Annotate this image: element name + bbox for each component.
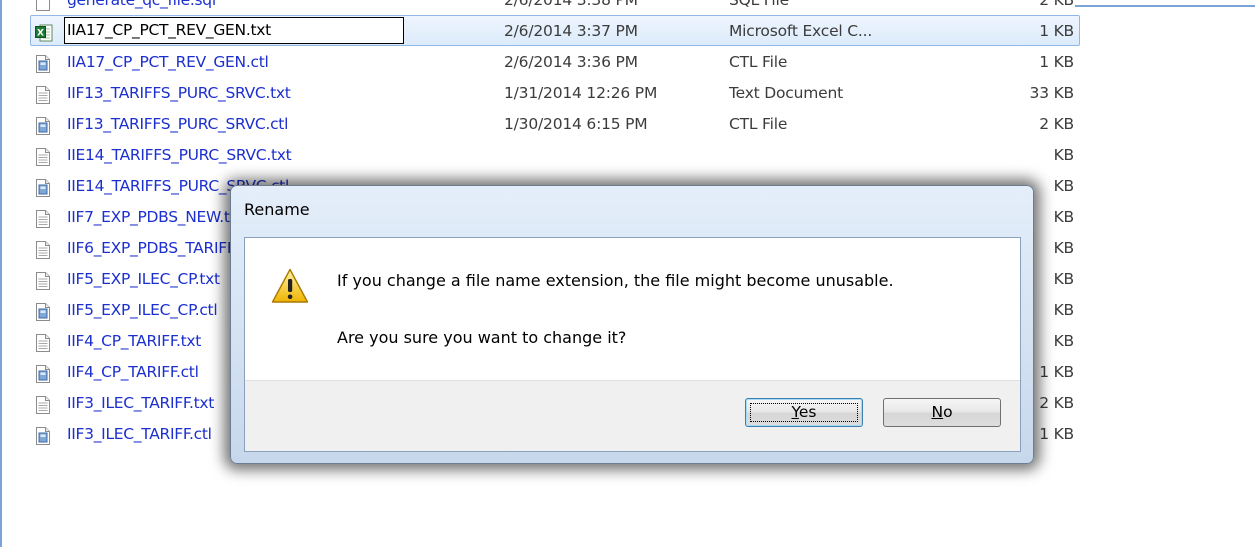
file-size: 1 KB [1039,22,1074,40]
file-size: 1 KB [1039,53,1074,71]
file-row[interactable]: IIA17_CP_PCT_REV_GEN.ctl 2/6/2014 3:36 PM… [30,46,1080,77]
file-type: Microsoft Excel C... [729,22,873,40]
file-row[interactable]: IIE14_TARIFFS_PURC_SRVC.txt KB [30,139,1080,170]
ctl-file-icon [35,115,51,135]
file-size: 2 KB [1039,394,1074,412]
left-frame-line [0,0,2,547]
ctl-file-icon-graphic [36,117,50,135]
ctl-file-icon [35,53,51,73]
text-file-icon-graphic [36,272,50,290]
document-icon [35,0,51,11]
file-size: KB [1053,270,1075,288]
text-file-icon [35,332,51,352]
file-date: 2/6/2014 3:36 PM [504,53,638,71]
dialog-button-bar: Yes No [245,380,1020,451]
excel-icon-graphic: X [35,24,53,42]
text-file-icon [35,84,51,104]
file-size: 2 KB [1039,115,1074,133]
file-size: 33 KB [1029,84,1075,102]
confirm-question: Are you sure you want to change it? [337,328,627,347]
file-name[interactable]: IIF4_CP_TARIFF.ctl [67,357,199,388]
file-size: KB [1053,332,1075,350]
yes-button-label: Yes [791,403,817,421]
file-name[interactable]: IIF13_TARIFFS_PURC_SRVC.txt [67,78,291,109]
ctl-file-icon-graphic [36,365,50,383]
file-name[interactable]: IIF5_EXP_ILEC_CP.txt [67,264,220,295]
ctl-file-icon [35,363,51,383]
file-type: SQL File [729,0,789,9]
file-row[interactable]: X IIA17_CP_PCT_REV_GEN.txt 2/6/2014 3:37 P… [30,15,1080,46]
text-file-icon-graphic [36,148,50,166]
warning-message: If you change a file name extension, the… [337,271,894,290]
document-icon-graphic [36,0,50,11]
text-file-icon [35,208,51,228]
ctl-file-icon-graphic [36,179,50,197]
ctl-file-icon [35,301,51,321]
file-date: 2/6/2014 3:37 PM [504,22,638,40]
excel-icon: X [35,22,53,42]
file-row[interactable]: IIF13_TARIFFS_PURC_SRVC.ctl 1/30/2014 6:1… [30,108,1080,139]
text-file-icon [35,146,51,166]
file-name[interactable]: generate_qc_file.sql [67,0,216,16]
no-button-label: No [931,403,953,421]
file-row[interactable]: IIF13_TARIFFS_PURC_SRVC.txt 1/31/2014 12:… [30,77,1080,108]
text-file-icon-graphic [36,334,50,352]
text-file-icon-graphic [36,241,50,259]
file-size: 1 KB [1039,425,1074,443]
no-button[interactable]: No [883,398,1001,427]
file-size: KB [1053,208,1075,226]
file-size: 1 KB [1039,363,1074,381]
file-name[interactable]: IIF7_EXP_PDBS_NEW.txt [67,202,245,233]
file-size: KB [1053,301,1075,319]
ctl-file-icon [35,177,51,197]
file-name[interactable]: IIE14_TARIFFS_PURC_SRVC.txt [67,140,292,171]
text-file-icon [35,270,51,290]
rename-dialog: Rename If you change a file name extensi… [230,185,1034,464]
file-name[interactable]: IIF4_CP_TARIFF.txt [67,326,201,357]
text-file-icon [35,239,51,259]
text-file-icon-graphic [36,210,50,228]
file-name[interactable]: IIA17_CP_PCT_REV_GEN.ctl [67,47,269,78]
rename-input[interactable]: IIA17_CP_PCT_REV_GEN.txt [64,17,404,44]
file-type: CTL File [729,115,788,133]
text-file-icon-graphic [36,86,50,104]
dialog-title: Rename [244,200,310,219]
ctl-file-icon-graphic [36,55,50,73]
text-file-icon [35,394,51,414]
file-date: 1/30/2014 6:15 PM [504,115,648,133]
svg-text:X: X [37,29,44,39]
file-type: CTL File [729,53,788,71]
dialog-body: If you change a file name extension, the… [244,237,1021,452]
ctl-file-icon [35,425,51,445]
file-name[interactable]: IIF3_ILEC_TARIFF.txt [67,388,214,419]
file-name[interactable]: IIF3_ILEC_TARIFF.ctl [67,419,212,450]
file-name[interactable]: IIF5_EXP_ILEC_CP.ctl [67,295,218,326]
file-name[interactable]: IIF13_TARIFFS_PURC_SRVC.ctl [67,109,288,140]
file-type: Text Document [729,84,843,102]
file-size: 2 KB [1039,0,1074,9]
file-row[interactable]: generate_qc_file.sql 2/6/2014 3:38 PM SQL … [30,0,1080,15]
text-file-icon-graphic [36,396,50,414]
ctl-file-icon-graphic [36,303,50,321]
file-date: 2/6/2014 3:38 PM [504,0,638,9]
warning-icon [271,268,309,303]
ctl-file-icon-graphic [36,427,50,445]
yes-button[interactable]: Yes [745,398,863,427]
file-size: KB [1053,146,1075,164]
file-date: 1/31/2014 12:26 PM [504,84,658,102]
file-size: KB [1053,239,1075,257]
top-frame-line [1075,5,1255,7]
file-size: KB [1053,177,1075,195]
